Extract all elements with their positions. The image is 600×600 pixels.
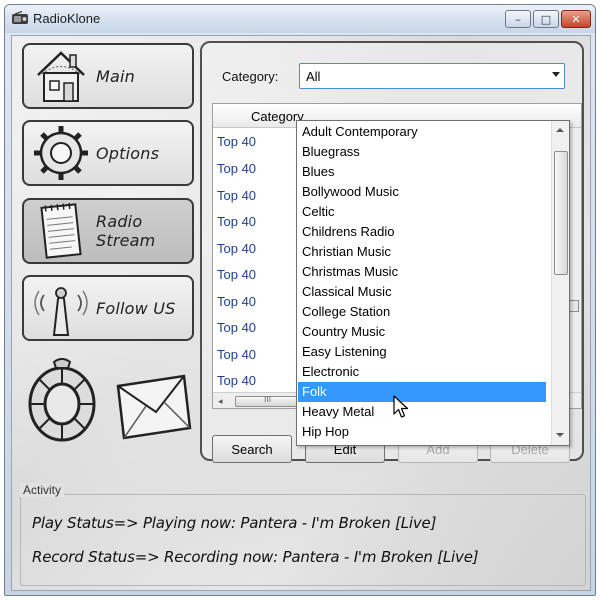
nav-follow-us-label: Follow US (96, 298, 176, 318)
grid-row[interactable]: Top 40 (217, 294, 256, 320)
grid-row[interactable]: Top 40 (217, 188, 256, 214)
dropdown-item[interactable]: Blues (298, 162, 546, 182)
dropdown-item[interactable]: Hip Hop (298, 422, 546, 442)
nav-main-label: Main (96, 66, 135, 86)
dropdown-item[interactable]: Electronic (298, 362, 546, 382)
grid-horizontal-scroll-thumb[interactable]: III (235, 395, 305, 407)
activity-group (20, 494, 586, 586)
dropdown-scroll-thumb[interactable] (554, 151, 568, 275)
grid-row[interactable]: Top 40 (217, 214, 256, 240)
gear-icon (34, 126, 88, 180)
client-area: Main Options Radio Stream Follow US Cate… (11, 35, 591, 591)
grid-row[interactable]: Top 40 (217, 134, 256, 160)
chevron-down-icon[interactable] (552, 72, 560, 77)
category-selected-value: All (306, 69, 321, 84)
dropdown-item-selected[interactable]: Folk (298, 382, 546, 402)
dropdown-item[interactable]: Bluegrass (298, 142, 546, 162)
dropdown-item[interactable]: Country Music (298, 322, 546, 342)
nav-main-button[interactable]: Main (22, 43, 194, 109)
record-status-text: Record Status=> Recording now: Pantera -… (32, 548, 479, 566)
window-title: RadioKlone (33, 11, 101, 26)
dropdown-item[interactable]: College Station (298, 302, 546, 322)
title-bar[interactable]: RadioKlone – □ ✕ (5, 5, 595, 33)
app-window: RadioKlone – □ ✕ Main Options Radio Stre… (4, 4, 596, 596)
radio-icon (12, 11, 28, 24)
scroll-down-icon[interactable] (556, 433, 564, 437)
nav-follow-us-button[interactable]: Follow US (22, 275, 194, 341)
dropdown-item[interactable]: Adult Contemporary (298, 122, 546, 142)
scroll-grip: III (264, 395, 272, 404)
dropdown-item[interactable]: Celtic (298, 202, 546, 222)
scroll-up-icon[interactable] (556, 128, 564, 132)
nav-radio-stream-label: Radio Stream (96, 212, 156, 250)
activity-legend: Activity (20, 483, 65, 497)
category-dropdown-list[interactable]: Adult Contemporary Bluegrass Blues Bolly… (296, 120, 570, 446)
minimize-button[interactable]: – (505, 10, 531, 28)
dropdown-item[interactable]: Easy Listening (298, 342, 546, 362)
nav-options-label: Options (96, 143, 160, 163)
category-combobox[interactable]: All (299, 63, 565, 89)
dropdown-item[interactable]: Childrens Radio (298, 222, 546, 242)
close-button[interactable]: ✕ (561, 10, 591, 28)
mouse-pointer-icon (393, 395, 409, 418)
grid-row[interactable]: Top 40 (217, 320, 256, 346)
house-icon (37, 51, 85, 102)
dropdown-item[interactable]: Christmas Music (298, 262, 546, 282)
notepad-icon (40, 202, 82, 259)
maximize-button[interactable]: □ (533, 10, 559, 28)
grid-row[interactable]: Top 40 (217, 161, 256, 187)
dropdown-item[interactable]: Heavy Metal (298, 402, 546, 422)
play-status-text: Play Status=> Playing now: Pantera - I'm… (32, 514, 437, 532)
dropdown-scrollbar[interactable] (551, 121, 569, 445)
dropdown-item[interactable]: Christian Music (298, 242, 546, 262)
lifebuoy-icon (28, 358, 96, 442)
nav-radio-stream-button[interactable]: Radio Stream (22, 198, 194, 264)
dropdown-item[interactable]: Classical Music (298, 282, 546, 302)
search-button[interactable]: Search (212, 435, 292, 463)
nav-options-button[interactable]: Options (22, 120, 194, 186)
antenna-icon (34, 287, 88, 336)
grid-row[interactable]: Top 40 (217, 347, 256, 373)
dropdown-item[interactable]: Bollywood Music (298, 182, 546, 202)
grid-row[interactable]: Top 40 (217, 267, 256, 293)
grid-row[interactable]: Top 40 (217, 241, 256, 267)
scroll-left-icon[interactable]: ◂ (218, 397, 223, 407)
category-label: Category: (222, 69, 279, 84)
envelope-icon (116, 374, 192, 440)
